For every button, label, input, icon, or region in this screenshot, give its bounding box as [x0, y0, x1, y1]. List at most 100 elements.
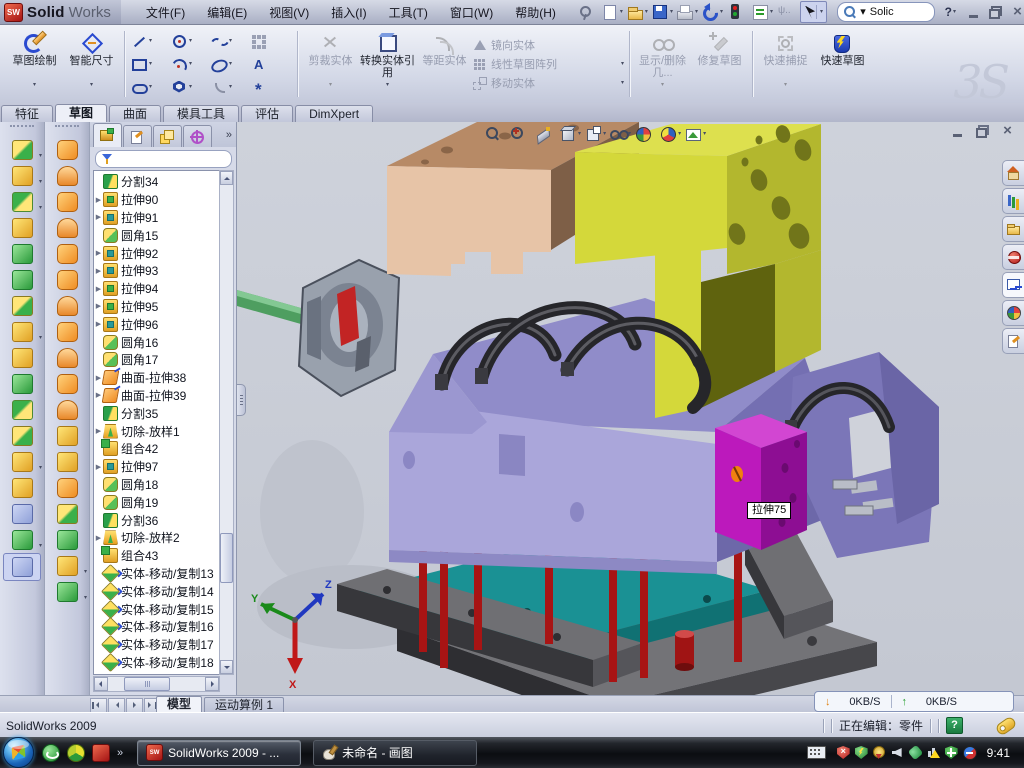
- tray-icon[interactable]: [891, 746, 904, 759]
- tree-filter-input[interactable]: [95, 150, 232, 168]
- status-help-icon[interactable]: ?: [946, 717, 963, 734]
- chevron-down-icon[interactable]: ▾: [189, 61, 192, 67]
- toolbar-grip[interactable]: [10, 125, 34, 133]
- select-tool[interactable]: ▾: [800, 1, 827, 23]
- scrollbar-thumb[interactable]: [220, 533, 233, 583]
- document-tab[interactable]: 模型: [156, 696, 202, 713]
- ribbon-stack-item[interactable]: 镜向实体▾: [473, 37, 625, 53]
- toolbar-button[interactable]: ▾: [726, 2, 749, 22]
- chevron-down-icon[interactable]: ▾: [229, 84, 232, 90]
- task-pane-tab[interactable]: [1002, 272, 1024, 298]
- toolbar-button[interactable]: ▾: [651, 2, 674, 22]
- first-tab-button[interactable]: [90, 698, 107, 713]
- graphics-viewport[interactable]: Y Z X ▾▾▾▾▾▾▾▾▾ × 拉伸75: [237, 122, 1024, 695]
- doc-minimize-button[interactable]: [951, 125, 964, 138]
- tree-item[interactable]: ▶分割35: [94, 404, 219, 422]
- chevron-down-icon[interactable]: ▾: [39, 179, 42, 185]
- ribbon-button[interactable]: 显示/删除几...▾: [634, 25, 691, 103]
- ribbon-tab[interactable]: 草图: [55, 104, 107, 122]
- chevron-down-icon[interactable]: ▾: [720, 9, 723, 15]
- chevron-down-icon[interactable]: ▾: [189, 84, 192, 90]
- chevron-down-icon[interactable]: ▾: [620, 9, 623, 15]
- panel-tab[interactable]: [93, 123, 122, 147]
- chevron-down-icon[interactable]: ▾: [39, 153, 42, 159]
- doc-close-button[interactable]: ×: [1001, 125, 1014, 138]
- chevron-down-icon[interactable]: ▾: [578, 131, 581, 137]
- task-pane-tab[interactable]: [1002, 188, 1024, 214]
- task-pane-tab[interactable]: [1002, 244, 1024, 270]
- model-pin-boss[interactable]: [675, 630, 694, 671]
- toolbar-button[interactable]: ▾: [0, 501, 44, 527]
- tree-item[interactable]: ▶组合42: [94, 440, 219, 458]
- toolbar-button[interactable]: ▾: [0, 241, 44, 267]
- toolbar-button[interactable]: ▾: [776, 2, 799, 22]
- chevron-down-icon[interactable]: ▾: [621, 80, 624, 86]
- tree-item[interactable]: ▶切除-放样1: [94, 422, 219, 440]
- scroll-right-button[interactable]: [205, 677, 219, 691]
- tree-item[interactable]: ▶拉伸95: [94, 298, 219, 316]
- toolbar-button[interactable]: ▾: [45, 449, 89, 475]
- toolbar-button[interactable]: ▾: [0, 215, 44, 241]
- toolbar-button[interactable]: ▾: [45, 293, 89, 319]
- tree-item[interactable]: ▶实体-移动/复制17: [94, 636, 219, 654]
- clock[interactable]: 9:41: [987, 746, 1010, 760]
- tray-icon[interactable]: [909, 746, 922, 759]
- toolbar-button[interactable]: ▾: [45, 319, 89, 345]
- quick-launch-more[interactable]: »: [117, 747, 123, 759]
- taskbar-window-button[interactable]: 未命名 - 画图: [313, 740, 477, 766]
- quick-launch-icon[interactable]: [42, 744, 60, 762]
- toolbar-button[interactable]: ▾: [676, 2, 699, 22]
- toolbar-button[interactable]: ▾: [0, 319, 44, 345]
- tray-icon[interactable]: [855, 746, 868, 759]
- scrollbar-thumb[interactable]: [124, 677, 170, 691]
- ribbon-button[interactable]: 剪裁实体▾: [302, 25, 359, 103]
- toolbar-button[interactable]: ▾: [0, 475, 44, 501]
- panel-tab[interactable]: [123, 125, 152, 147]
- tray-icon[interactable]: [873, 746, 886, 759]
- tree-item[interactable]: ▶组合43: [94, 547, 219, 565]
- tray-icon[interactable]: [963, 746, 976, 759]
- toolbar-button[interactable]: ▾: [45, 553, 89, 579]
- ribbon-tab[interactable]: 评估: [241, 105, 293, 122]
- chevron-down-icon[interactable]: ▾: [703, 131, 706, 137]
- tree-item[interactable]: ▶拉伸96: [94, 315, 219, 333]
- chevron-down-icon[interactable]: ▾: [149, 84, 152, 90]
- sketch-entity-button[interactable]: ▾: [171, 30, 211, 53]
- menu-item[interactable]: 编辑(E): [207, 6, 247, 20]
- chevron-down-icon[interactable]: ▾: [953, 9, 956, 15]
- expand-arrow-icon[interactable]: ▶: [94, 249, 103, 257]
- toolbar-button[interactable]: ▾: [626, 2, 649, 22]
- document-tab[interactable]: 运动算例 1: [204, 697, 284, 713]
- toolbar-button[interactable]: ▾: [0, 189, 44, 215]
- sketch-entity-button[interactable]: ▾: [171, 53, 211, 76]
- menu-item[interactable]: 工具(T): [389, 6, 428, 20]
- minimize-button[interactable]: [967, 6, 980, 19]
- tree-item[interactable]: ▶实体-移动/复制13: [94, 565, 219, 583]
- ribbon-tab[interactable]: DimXpert: [295, 105, 373, 122]
- expand-arrow-icon[interactable]: ▶: [94, 463, 103, 471]
- chevron-down-icon[interactable]: ▾: [189, 38, 192, 44]
- sketch-entity-button[interactable]: ▾: [211, 76, 251, 99]
- task-pane-tab[interactable]: [1002, 216, 1024, 242]
- toolbar-button[interactable]: ▾: [45, 163, 89, 189]
- toolbar-button[interactable]: ▾: [45, 423, 89, 449]
- chevron-down-icon[interactable]: ▾: [39, 335, 42, 341]
- sketch-entity-button[interactable]: ▾: [131, 76, 171, 99]
- toolbar-button[interactable]: ▾: [45, 345, 89, 371]
- sketch-entity-button[interactable]: ▾: [171, 76, 211, 99]
- tree-item[interactable]: ▶拉伸97: [94, 458, 219, 476]
- tree-vertical-scrollbar[interactable]: [219, 170, 234, 675]
- toolbar-button[interactable]: ▾: [0, 293, 44, 319]
- chevron-down-icon[interactable]: ▾: [84, 595, 87, 601]
- task-pane-tab[interactable]: [1002, 160, 1024, 186]
- toolbar-button[interactable]: ▾: [0, 423, 44, 449]
- ribbon-button[interactable]: 快速草图▾: [814, 25, 871, 103]
- model-core-block[interactable]: [789, 352, 939, 558]
- ribbon-button[interactable]: 智能尺寸▾: [63, 25, 120, 103]
- panel-tab[interactable]: [153, 125, 182, 147]
- sketch-entity-button[interactable]: ▾: [211, 53, 251, 76]
- sketch-entity-button[interactable]: ▾: [251, 30, 291, 53]
- view-tool-button[interactable]: ▾: [535, 126, 557, 143]
- ribbon-button[interactable]: 草图绘制▾: [6, 25, 63, 103]
- toolbar-button[interactable]: ▾: [45, 397, 89, 423]
